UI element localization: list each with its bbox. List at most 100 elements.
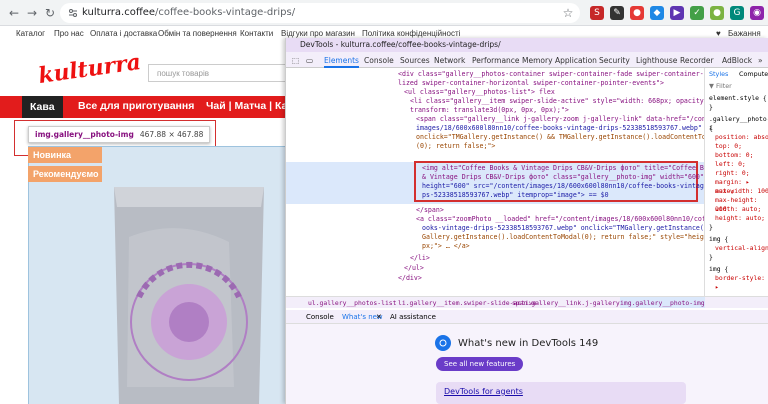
tab-console[interactable]: Console <box>364 56 394 65</box>
inspect-icon[interactable]: ⬚ <box>292 56 299 65</box>
bookmark-star-icon[interactable]: ☆ <box>560 5 576 21</box>
heart-icon[interactable]: ♥ <box>716 29 721 38</box>
tab-computed[interactable]: Computed <box>739 70 768 79</box>
code-line[interactable]: <div class="gallery__photos-container sw… <box>398 70 704 79</box>
code-line[interactable]: </span> <box>416 206 444 215</box>
drawer-tab-ai-assistance[interactable]: AI assistance <box>390 310 436 324</box>
extension-puzzle-icon[interactable]: ◉ <box>750 6 764 20</box>
search-input[interactable]: пошук товарів <box>148 64 288 82</box>
nav-link-returns[interactable]: Обмін та повернення <box>158 29 237 38</box>
style-rule-line: { <box>709 124 713 132</box>
code-line[interactable]: <img alt="Coffee Books & Vintage Drips C… <box>422 164 704 173</box>
reload-icon[interactable]: ↻ <box>42 5 58 21</box>
filter-icon: ▼ <box>709 82 716 90</box>
category-tea[interactable]: Чай | Матча | Как <box>206 100 293 112</box>
device-toggle-icon[interactable]: ▭ <box>306 56 313 65</box>
code-line[interactable]: images/18/600x600l80nn10/coffee-books-vi… <box>416 124 702 133</box>
nav-link-catalog[interactable]: Каталог <box>16 29 45 38</box>
tab-lighthouse[interactable]: Lighthouse <box>636 56 677 65</box>
nav-link-payment[interactable]: Оплата і доставка <box>90 29 157 38</box>
site-logo[interactable]: kulturra <box>37 49 143 89</box>
style-rule-line: bottom: 0; <box>715 151 754 159</box>
tab-performance[interactable]: Performance <box>472 56 520 65</box>
code-line[interactable]: px;"> … </a> <box>422 242 470 251</box>
code-line[interactable]: <span class="gallery__link j-gallery-zoo… <box>416 115 704 124</box>
devtools-tabs: ⬚ ▭ Elements Console Sources Network Per… <box>286 52 768 68</box>
breadcrumb-item[interactable]: ul.gallery__photos-list <box>308 297 397 308</box>
style-rule-line: } <box>709 253 713 261</box>
style-rule-line: position: abso <box>715 133 768 141</box>
code-line[interactable]: lized swiper-container-horizontal swiper… <box>398 79 664 88</box>
address-bar[interactable]: kulturra.coffee/coffee-books-vintage-dri… <box>60 3 580 23</box>
nav-link-privacy[interactable]: Політика конфіденційності <box>362 29 460 38</box>
style-rule-line: right: 0; <box>715 169 750 177</box>
devtools-title: DevTools - kulturra.coffee/coffee-books-… <box>286 38 768 52</box>
extension-s-icon[interactable]: S <box>590 6 604 20</box>
chrome-logo-icon <box>435 335 451 351</box>
url-domain: kulturra.coffee <box>82 7 156 18</box>
code-line[interactable]: Gallery.getInstance().loadContentToModal… <box>422 233 704 242</box>
extension-tool-icon[interactable]: ✎ <box>610 6 624 20</box>
code-line[interactable]: height="600" src="/content/images/18/600… <box>422 182 704 191</box>
nav-link-contacts[interactable]: Контакти <box>240 29 273 38</box>
style-rule-line: vertical-align <box>715 244 768 252</box>
drawer-tab-console[interactable]: Console <box>306 310 334 324</box>
tooltip-dimensions: 467.88 × 467.88 <box>139 130 204 139</box>
style-rule-line: img { <box>709 265 729 273</box>
style-rule-line: height: auto; <box>715 214 766 222</box>
site-info-icon[interactable] <box>68 8 78 18</box>
code-line[interactable]: (0); return false;"> <box>416 142 495 151</box>
styles-pane: Styles Computed ▼ Filter element.style {… <box>704 68 768 296</box>
code-line[interactable]: </li> <box>410 254 430 263</box>
see-all-features-button[interactable]: See all new features <box>436 357 524 371</box>
close-icon[interactable]: ✕ <box>376 310 382 324</box>
code-line[interactable]: </ul> <box>404 264 424 273</box>
category-coffee[interactable]: Кава <box>22 96 63 118</box>
arrow-left-icon[interactable]: ← <box>6 5 22 21</box>
style-rule-line: } <box>709 223 713 231</box>
nav-link-reviews[interactable]: Відгуки про магазин <box>281 29 355 38</box>
tab-elements[interactable]: Elements <box>324 56 359 68</box>
code-line[interactable]: ooks-vintage-drips-52338518593767.webp" … <box>422 224 704 233</box>
badge-new: Новинка <box>28 147 102 163</box>
category-brewing[interactable]: Все для приготування <box>78 100 194 112</box>
code-line[interactable]: & Vintage Drips CB&V-Drips фото" class="… <box>422 173 704 182</box>
arrow-right-icon[interactable]: → <box>24 5 40 21</box>
product-photo[interactable] <box>28 146 286 404</box>
breadcrumb-item[interactable]: img.gallery__photo-img <box>620 297 705 308</box>
tab-sources[interactable]: Sources <box>400 56 430 65</box>
style-rule-line: } <box>709 103 713 111</box>
wishlist-link[interactable]: Бажання <box>728 29 761 38</box>
code-line[interactable]: ps-52338518593767.webp" itemprop="image"… <box>422 191 609 200</box>
extension-teal-icon[interactable]: G <box>730 6 744 20</box>
badge-recommended: Рекомендуємо <box>28 166 102 182</box>
devtools-for-agents-link[interactable]: DevTools for agents <box>444 387 523 396</box>
tab-security[interactable]: Security <box>599 56 630 65</box>
code-line[interactable]: <a class="zoomPhoto __loaded" href="/con… <box>416 215 704 224</box>
tab-network[interactable]: Network <box>434 56 465 65</box>
code-line[interactable]: <li class="gallery__item swiper-slide-ac… <box>410 97 704 106</box>
style-rule-line: .gallery__photo-i <box>709 115 768 132</box>
tab-styles[interactable]: Styles <box>709 70 728 79</box>
tab-application[interactable]: Application <box>555 56 597 65</box>
code-line[interactable]: </div> <box>398 274 422 283</box>
extension-purple-icon[interactable]: ▶ <box>670 6 684 20</box>
more-tabs-icon[interactable]: » <box>758 56 763 65</box>
feature-card: DevTools for agents <box>436 382 686 404</box>
code-line[interactable]: onclick="TMGallery.getInstance() && TMGa… <box>416 133 704 142</box>
extension-red-icon[interactable]: ● <box>630 6 644 20</box>
style-rule-line: width: auto; <box>715 205 762 213</box>
url-path: /coffee-books-vintage-drips/ <box>155 7 296 18</box>
extension-blue-icon[interactable]: ◆ <box>650 6 664 20</box>
code-line[interactable]: <ul class="gallery__photos-list"> flex <box>404 88 555 97</box>
tab-memory[interactable]: Memory <box>522 56 553 65</box>
styles-filter-input[interactable]: ▼ Filter <box>709 82 732 91</box>
extension-lime-icon[interactable]: ● <box>710 6 724 20</box>
extension-green-icon[interactable]: ✓ <box>690 6 704 20</box>
tab-adblock[interactable]: AdBlock <box>722 56 752 65</box>
browser-toolbar: ← → ↻ kulturra.coffee/coffee-books-vinta… <box>0 0 768 26</box>
nav-link-about[interactable]: Про нас <box>54 29 84 38</box>
tab-recorder[interactable]: Recorder <box>680 56 714 65</box>
code-line[interactable]: transform: translate3d(0px, 0px, 0px);"> <box>410 106 569 115</box>
elements-panel: <div class="gallery__photos-container sw… <box>286 68 704 296</box>
